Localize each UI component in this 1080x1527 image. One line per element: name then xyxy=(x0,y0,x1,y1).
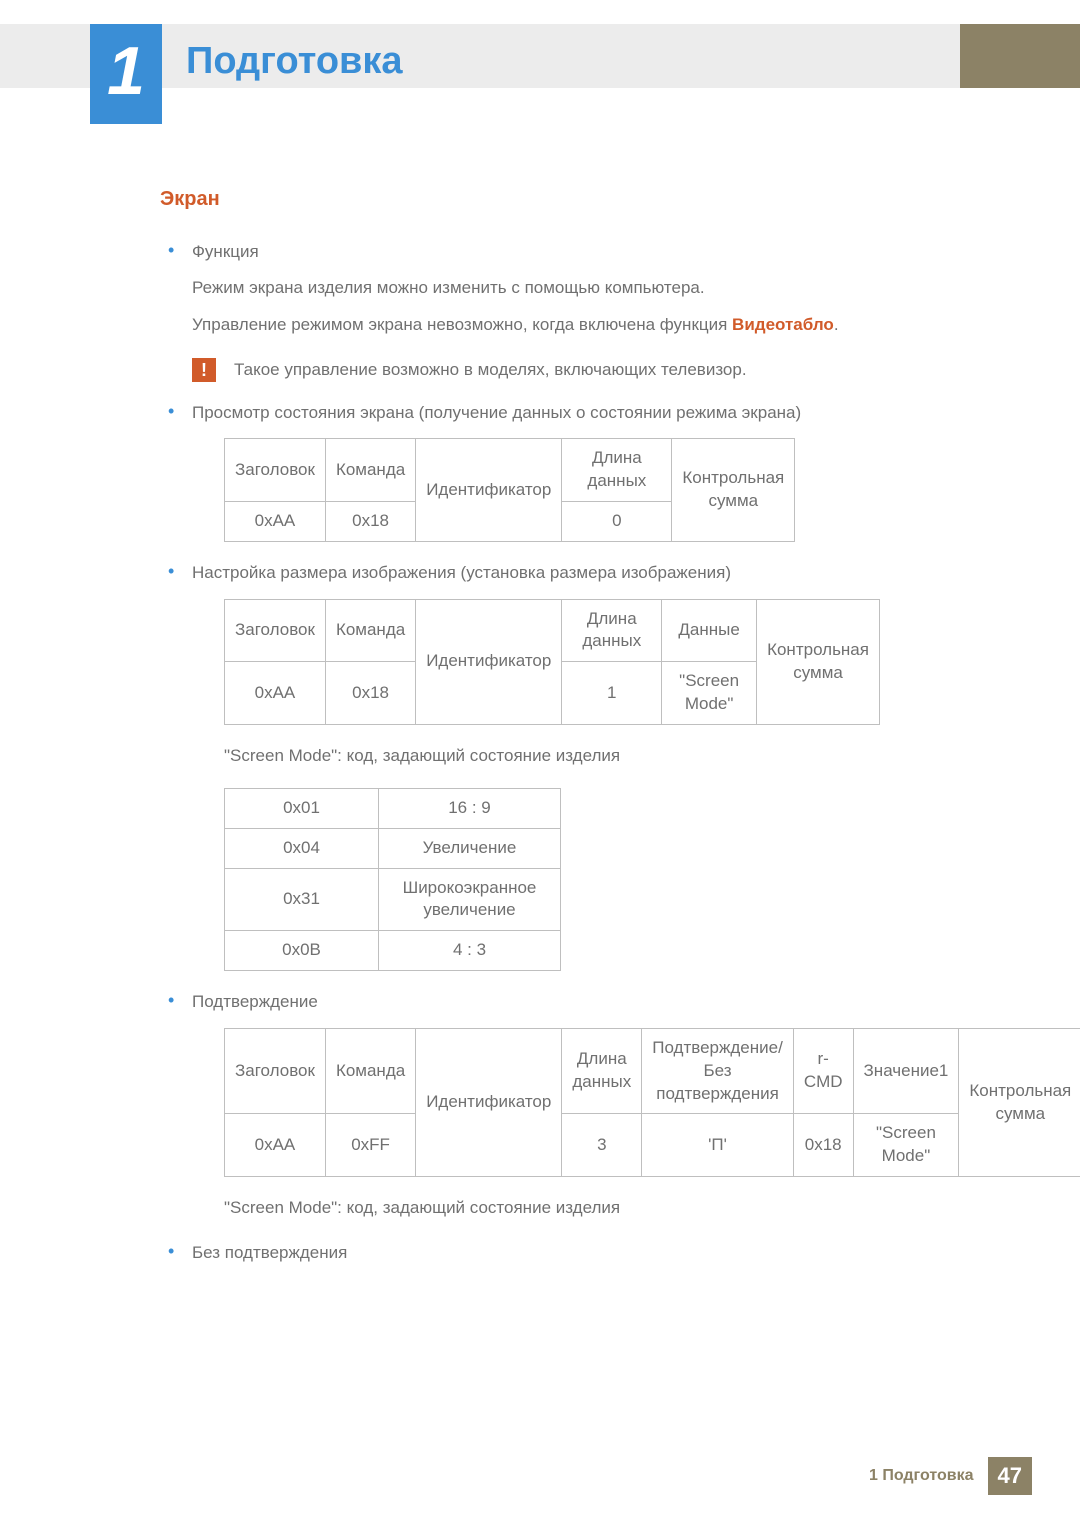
table-cell: 0xFF xyxy=(325,1114,415,1177)
bullet-list: Просмотр состояния экрана (получение дан… xyxy=(160,400,880,1266)
function-desc-2: Управление режимом экрана невозможно, ко… xyxy=(192,312,880,338)
chapter-badge: 1 xyxy=(90,24,162,124)
table-view-state: Заголовок Команда Идентификатор Длина да… xyxy=(224,438,795,542)
table-row: 0xAA 0xFF 3 'П' 0x18 "Screen Mode" xyxy=(225,1114,1080,1177)
function-desc-1: Режим экрана изделия можно изменить с по… xyxy=(192,275,880,301)
screen-mode-desc-2: "Screen Mode": код, задающий состояние и… xyxy=(224,1195,880,1221)
list-item: Функция Режим экрана изделия можно измен… xyxy=(160,239,880,338)
table-cell: 0x31 xyxy=(225,868,379,931)
table-row: 0x31Широкоэкранное увеличение xyxy=(225,868,561,931)
no-confirm-label: Без подтверждения xyxy=(192,1240,880,1266)
table-cell: Значение1 xyxy=(853,1028,959,1114)
table-cell: 0x0B xyxy=(225,931,379,971)
table-cell: 1 xyxy=(562,662,662,725)
set-size-label: Настройка размера изображения (установка… xyxy=(192,560,880,586)
table-cell: Команда xyxy=(325,1028,415,1114)
list-item: Без подтверждения xyxy=(160,1240,880,1266)
table-cell: 4 : 3 xyxy=(379,931,561,971)
chapter-number: 1 xyxy=(107,37,145,105)
table-cell: 0x18 xyxy=(325,662,415,725)
table-cell: Увеличение xyxy=(379,828,561,868)
list-item: Настройка размера изображения (установка… xyxy=(160,560,880,971)
table-cell: Данные xyxy=(662,599,757,662)
bullet-list: Функция Режим экрана изделия можно измен… xyxy=(160,239,880,338)
footer-text: 1 Подготовка xyxy=(869,1467,974,1485)
table-row: Заголовок Команда Идентификатор Длина да… xyxy=(225,439,795,502)
function-label: Функция xyxy=(192,239,880,265)
table-cell: 0x18 xyxy=(793,1114,853,1177)
header-accent xyxy=(960,24,1080,88)
table-confirm: Заголовок Команда Идентификатор Длина да… xyxy=(224,1028,1080,1178)
table-cell: Команда xyxy=(325,599,415,662)
table-cell: "Screen Mode" xyxy=(662,662,757,725)
table-cell: Длина данных xyxy=(562,599,662,662)
note-text: Такое управление возможно в моделях, вкл… xyxy=(234,358,747,382)
table-cell: 0xAA xyxy=(225,1114,326,1177)
table-cell: Длина данных xyxy=(562,439,672,502)
table-cell: 3 xyxy=(562,1114,642,1177)
screen-mode-desc: "Screen Mode": код, задающий состояние и… xyxy=(224,743,880,769)
table-cell: r-CMD xyxy=(793,1028,853,1114)
warning-icon: ! xyxy=(192,358,216,382)
table-cell: 0x04 xyxy=(225,828,379,868)
chapter-title: Подготовка xyxy=(186,40,403,83)
table-cell: 0xAA xyxy=(225,502,326,542)
list-item: Просмотр состояния экрана (получение дан… xyxy=(160,400,880,542)
table-cell: "Screen Mode" xyxy=(853,1114,959,1177)
table-cell: Длина данных xyxy=(562,1028,642,1114)
table-cell: Заголовок xyxy=(225,1028,326,1114)
confirm-label: Подтверждение xyxy=(192,989,880,1015)
table-cell: Подтверждение/Без подтверждения xyxy=(642,1028,794,1114)
list-item: Подтверждение Заголовок Команда Идентифи… xyxy=(160,989,880,1221)
page: 1 Подготовка Экран Функция Режим экрана … xyxy=(0,0,1080,1527)
table-set-size: Заголовок Команда Идентификатор Длина да… xyxy=(224,599,880,726)
table-row: Заголовок Команда Идентификатор Длина да… xyxy=(225,1028,1080,1114)
header-bar xyxy=(0,24,1080,88)
table-codes: 0x0116 : 9 0x04Увеличение 0x31Широкоэкра… xyxy=(224,788,561,972)
table-cell: Идентификатор xyxy=(416,439,562,542)
view-state-label: Просмотр состояния экрана (получение дан… xyxy=(192,400,880,426)
table-row: 0x0116 : 9 xyxy=(225,788,561,828)
table-cell: Идентификатор xyxy=(416,599,562,725)
footer: 1 Подготовка 47 xyxy=(869,1457,1032,1495)
table-cell: 0xAA xyxy=(225,662,326,725)
table-cell: Контрольная сумма xyxy=(959,1028,1080,1177)
table-row: 0x0B4 : 3 xyxy=(225,931,561,971)
table-cell: Контрольная сумма xyxy=(757,599,880,725)
table-cell: 16 : 9 xyxy=(379,788,561,828)
table-row: Заголовок Команда Идентификатор Длина да… xyxy=(225,599,880,662)
note-block: ! Такое управление возможно в моделях, в… xyxy=(160,358,880,382)
content-area: Экран Функция Режим экрана изделия можно… xyxy=(160,188,880,1284)
table-cell: Заголовок xyxy=(225,599,326,662)
page-number: 47 xyxy=(988,1457,1032,1495)
table-cell: 0x18 xyxy=(325,502,415,542)
table-cell: Контрольная сумма xyxy=(672,439,795,542)
table-row: 0x04Увеличение xyxy=(225,828,561,868)
table-cell: Команда xyxy=(325,439,415,502)
table-cell: Широкоэкранное увеличение xyxy=(379,868,561,931)
table-cell: 'П' xyxy=(642,1114,794,1177)
table-cell: Идентификатор xyxy=(416,1028,562,1177)
emphasis-videowall: Видеотабло xyxy=(732,315,834,334)
section-title: Экран xyxy=(160,188,880,211)
table-cell: Заголовок xyxy=(225,439,326,502)
table-cell: 0x01 xyxy=(225,788,379,828)
table-cell: 0 xyxy=(562,502,672,542)
